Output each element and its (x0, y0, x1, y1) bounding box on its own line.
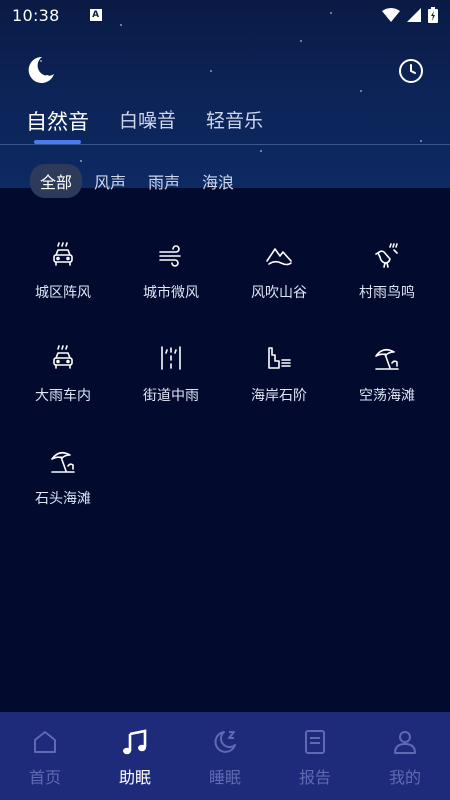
sound-item[interactable]: 村雨鸟鸣 (333, 238, 441, 341)
sound-label: 城市微风 (143, 285, 199, 301)
tab-light-music[interactable]: 轻音乐 (206, 106, 263, 133)
wifi-icon (382, 8, 400, 22)
nav-label: 助眠 (118, 768, 151, 787)
moon-logo-icon (28, 56, 54, 83)
beach-umbrella-icon (370, 341, 404, 375)
wind-icon (154, 238, 188, 272)
sound-label: 街道中雨 (143, 388, 199, 404)
beach-umbrella-icon (46, 444, 80, 478)
app-header (0, 50, 450, 90)
sound-label: 大雨车内 (35, 388, 91, 404)
battery-icon (428, 7, 438, 23)
sound-label: 空荡海滩 (359, 388, 415, 404)
music-note-icon (123, 729, 147, 755)
sound-label: 风吹山谷 (251, 285, 307, 301)
sound-item[interactable]: 大雨车内 (9, 341, 117, 444)
nav-label: 睡眠 (208, 768, 241, 787)
sound-item[interactable]: 空荡海滩 (333, 341, 441, 444)
signal-icon (407, 8, 421, 22)
nav-label: 我的 (388, 768, 421, 787)
nav-label: 报告 (298, 768, 331, 787)
nav-label: 首页 (28, 768, 61, 787)
status-time: 10:38 (12, 5, 60, 25)
nav-item-profile[interactable]: 我的 (360, 712, 450, 800)
tab-divider (0, 144, 450, 145)
nav-item-sleep[interactable]: 睡眠 (180, 712, 270, 800)
bird-rain-icon (370, 238, 404, 272)
bottom-nav: 首页 助眠 睡眠 报告 我的 (0, 712, 450, 800)
sound-item[interactable]: 石头海滩 (9, 444, 117, 547)
nav-item-sleep-aid[interactable]: 助眠 (90, 712, 180, 800)
notification-icon: A (89, 9, 102, 21)
sound-item[interactable]: 城市微风 (117, 238, 225, 341)
chip-wind[interactable]: 风声 (84, 164, 136, 198)
sound-grid: 城区阵风 城市微风 风吹山谷 村雨鸟鸣 大雨车内 街道中雨 海岸石阶 空荡海滩 … (0, 238, 450, 547)
sound-item[interactable]: 城区阵风 (9, 238, 117, 341)
sound-label: 村雨鸟鸣 (359, 285, 415, 301)
car-rain-icon (46, 341, 80, 375)
clock-icon[interactable] (398, 58, 424, 84)
sound-item[interactable]: 风吹山谷 (225, 238, 333, 341)
chip-rain[interactable]: 雨声 (138, 164, 190, 198)
tab-white-noise[interactable]: 白噪音 (119, 106, 176, 133)
car-rain-icon (46, 238, 80, 272)
sound-label: 城区阵风 (35, 285, 91, 301)
report-icon (305, 730, 325, 754)
category-tabs: 自然音 白噪音 轻音乐 (0, 106, 450, 144)
nav-item-home[interactable]: 首页 (0, 712, 90, 800)
moon-zz-icon (214, 731, 236, 753)
stairs-icon (262, 341, 296, 375)
street-rain-icon (154, 341, 188, 375)
sound-item[interactable]: 街道中雨 (117, 341, 225, 444)
sound-label: 石头海滩 (35, 491, 91, 507)
sound-label: 海岸石阶 (251, 388, 307, 404)
chip-waves[interactable]: 海浪 (192, 164, 244, 198)
nav-item-report[interactable]: 报告 (270, 712, 360, 800)
mountain-icon (262, 238, 296, 272)
chip-all[interactable]: 全部 (30, 164, 83, 198)
sound-item[interactable]: 海岸石阶 (225, 341, 333, 444)
status-bar: 10:38 A (0, 0, 450, 30)
home-icon (34, 731, 56, 753)
filter-chips: 全部 风声 雨声 海浪 (30, 164, 246, 198)
tab-nature-sounds[interactable]: 自然音 (26, 106, 89, 144)
user-icon (394, 731, 416, 754)
